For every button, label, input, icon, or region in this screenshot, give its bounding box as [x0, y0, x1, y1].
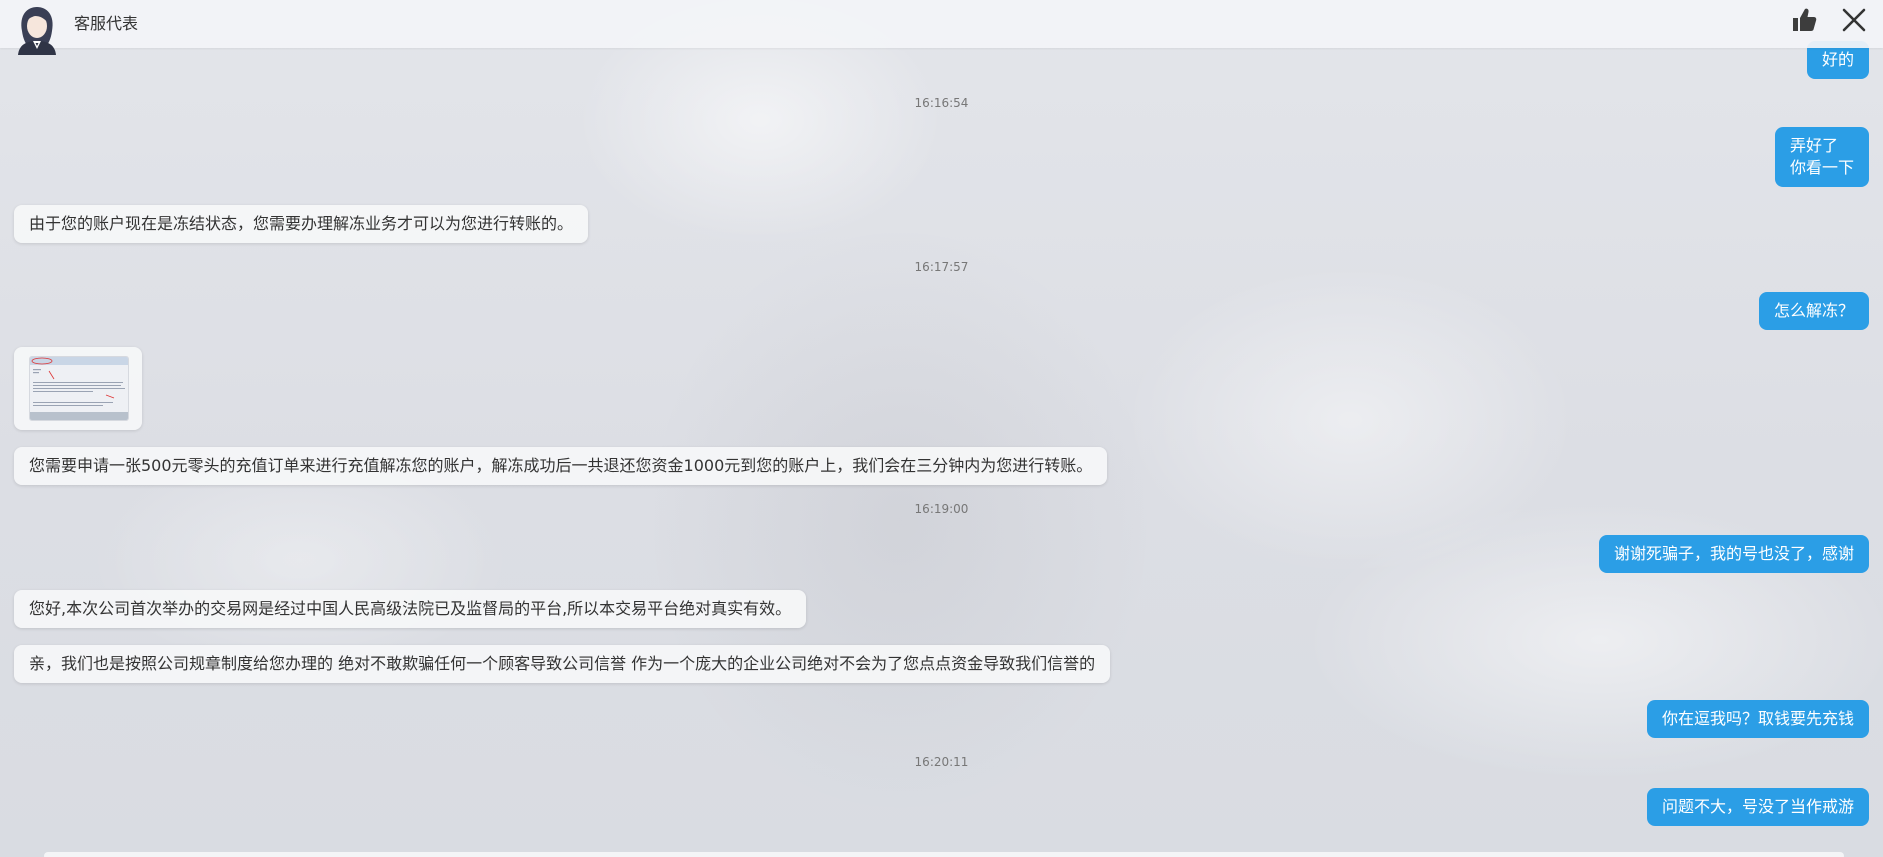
message-text: 您好,本次公司首次举办的交易网是经过中国人民高级法院已及监督局的平台,所以本交易… [29, 599, 792, 618]
message-text: 谢谢死骗子，我的号也没了，感谢 [1613, 544, 1854, 563]
timestamp: 16:19:00 [914, 502, 969, 516]
outgoing-message: 问题不大，号没了当作戒游 [1646, 788, 1869, 826]
outgoing-message: 弄好了 你看一下 [1774, 127, 1869, 187]
chat-header: 客服代表 [0, 0, 1883, 48]
message-text: 问题不大，号没了当作戒游 [1661, 797, 1854, 816]
message-text: 您需要申请一张500元零头的充值订单来进行充值解冻您的账户，解冻成功后一共退还您… [29, 456, 1093, 475]
message-text: 怎么解冻？ [1773, 301, 1854, 320]
timestamp: 16:16:54 [914, 96, 969, 110]
outgoing-message: 你在逗我吗？取钱要先充钱 [1646, 700, 1869, 738]
incoming-message: 由于您的账户现在是冻结状态，您需要办理解冻业务才可以为您进行转账的。 [14, 205, 589, 243]
message-text: 你看一下 [1789, 158, 1854, 177]
agent-avatar [18, 7, 56, 55]
message-input-bar[interactable] [44, 852, 1844, 857]
incoming-message: 您需要申请一张500元零头的充值订单来进行充值解冻您的账户，解冻成功后一共退还您… [14, 447, 1108, 485]
message-text: 弄好了 [1789, 136, 1838, 155]
timestamp: 16:17:57 [914, 260, 969, 274]
message-list[interactable]: 好的 16:16:54 弄好了 你看一下 由于您的账户现在是冻结状态，您需要办理… [0, 0, 1883, 857]
message-text: 由于您的账户现在是冻结状态，您需要办理解冻业务才可以为您进行转账的。 [29, 214, 574, 233]
screenshot-thumbnail-graphic [30, 357, 128, 420]
outgoing-message: 谢谢死骗子，我的号也没了，感谢 [1598, 535, 1869, 573]
incoming-image-message[interactable] [14, 347, 142, 430]
thumbs-up-icon[interactable] [1790, 6, 1818, 34]
agent-name: 客服代表 [74, 14, 139, 33]
incoming-message: 亲，我们也是按照公司规章制度给您办理的 绝对不敢欺骗任何一个顾客导致公司信誉 作… [14, 645, 1111, 683]
incoming-message: 您好,本次公司首次举办的交易网是经过中国人民高级法院已及监督局的平台,所以本交易… [14, 590, 807, 628]
timestamp: 16:20:11 [914, 755, 969, 769]
message-text: 亲，我们也是按照公司规章制度给您办理的 绝对不敢欺骗任何一个顾客导致公司信誉 作… [29, 654, 1096, 673]
outgoing-message: 怎么解冻？ [1758, 292, 1869, 330]
close-icon[interactable] [1841, 7, 1867, 33]
message-text: 好的 [1821, 50, 1854, 69]
message-text: 你在逗我吗？取钱要先充钱 [1661, 709, 1854, 728]
screenshot-thumbnail[interactable] [29, 356, 129, 421]
